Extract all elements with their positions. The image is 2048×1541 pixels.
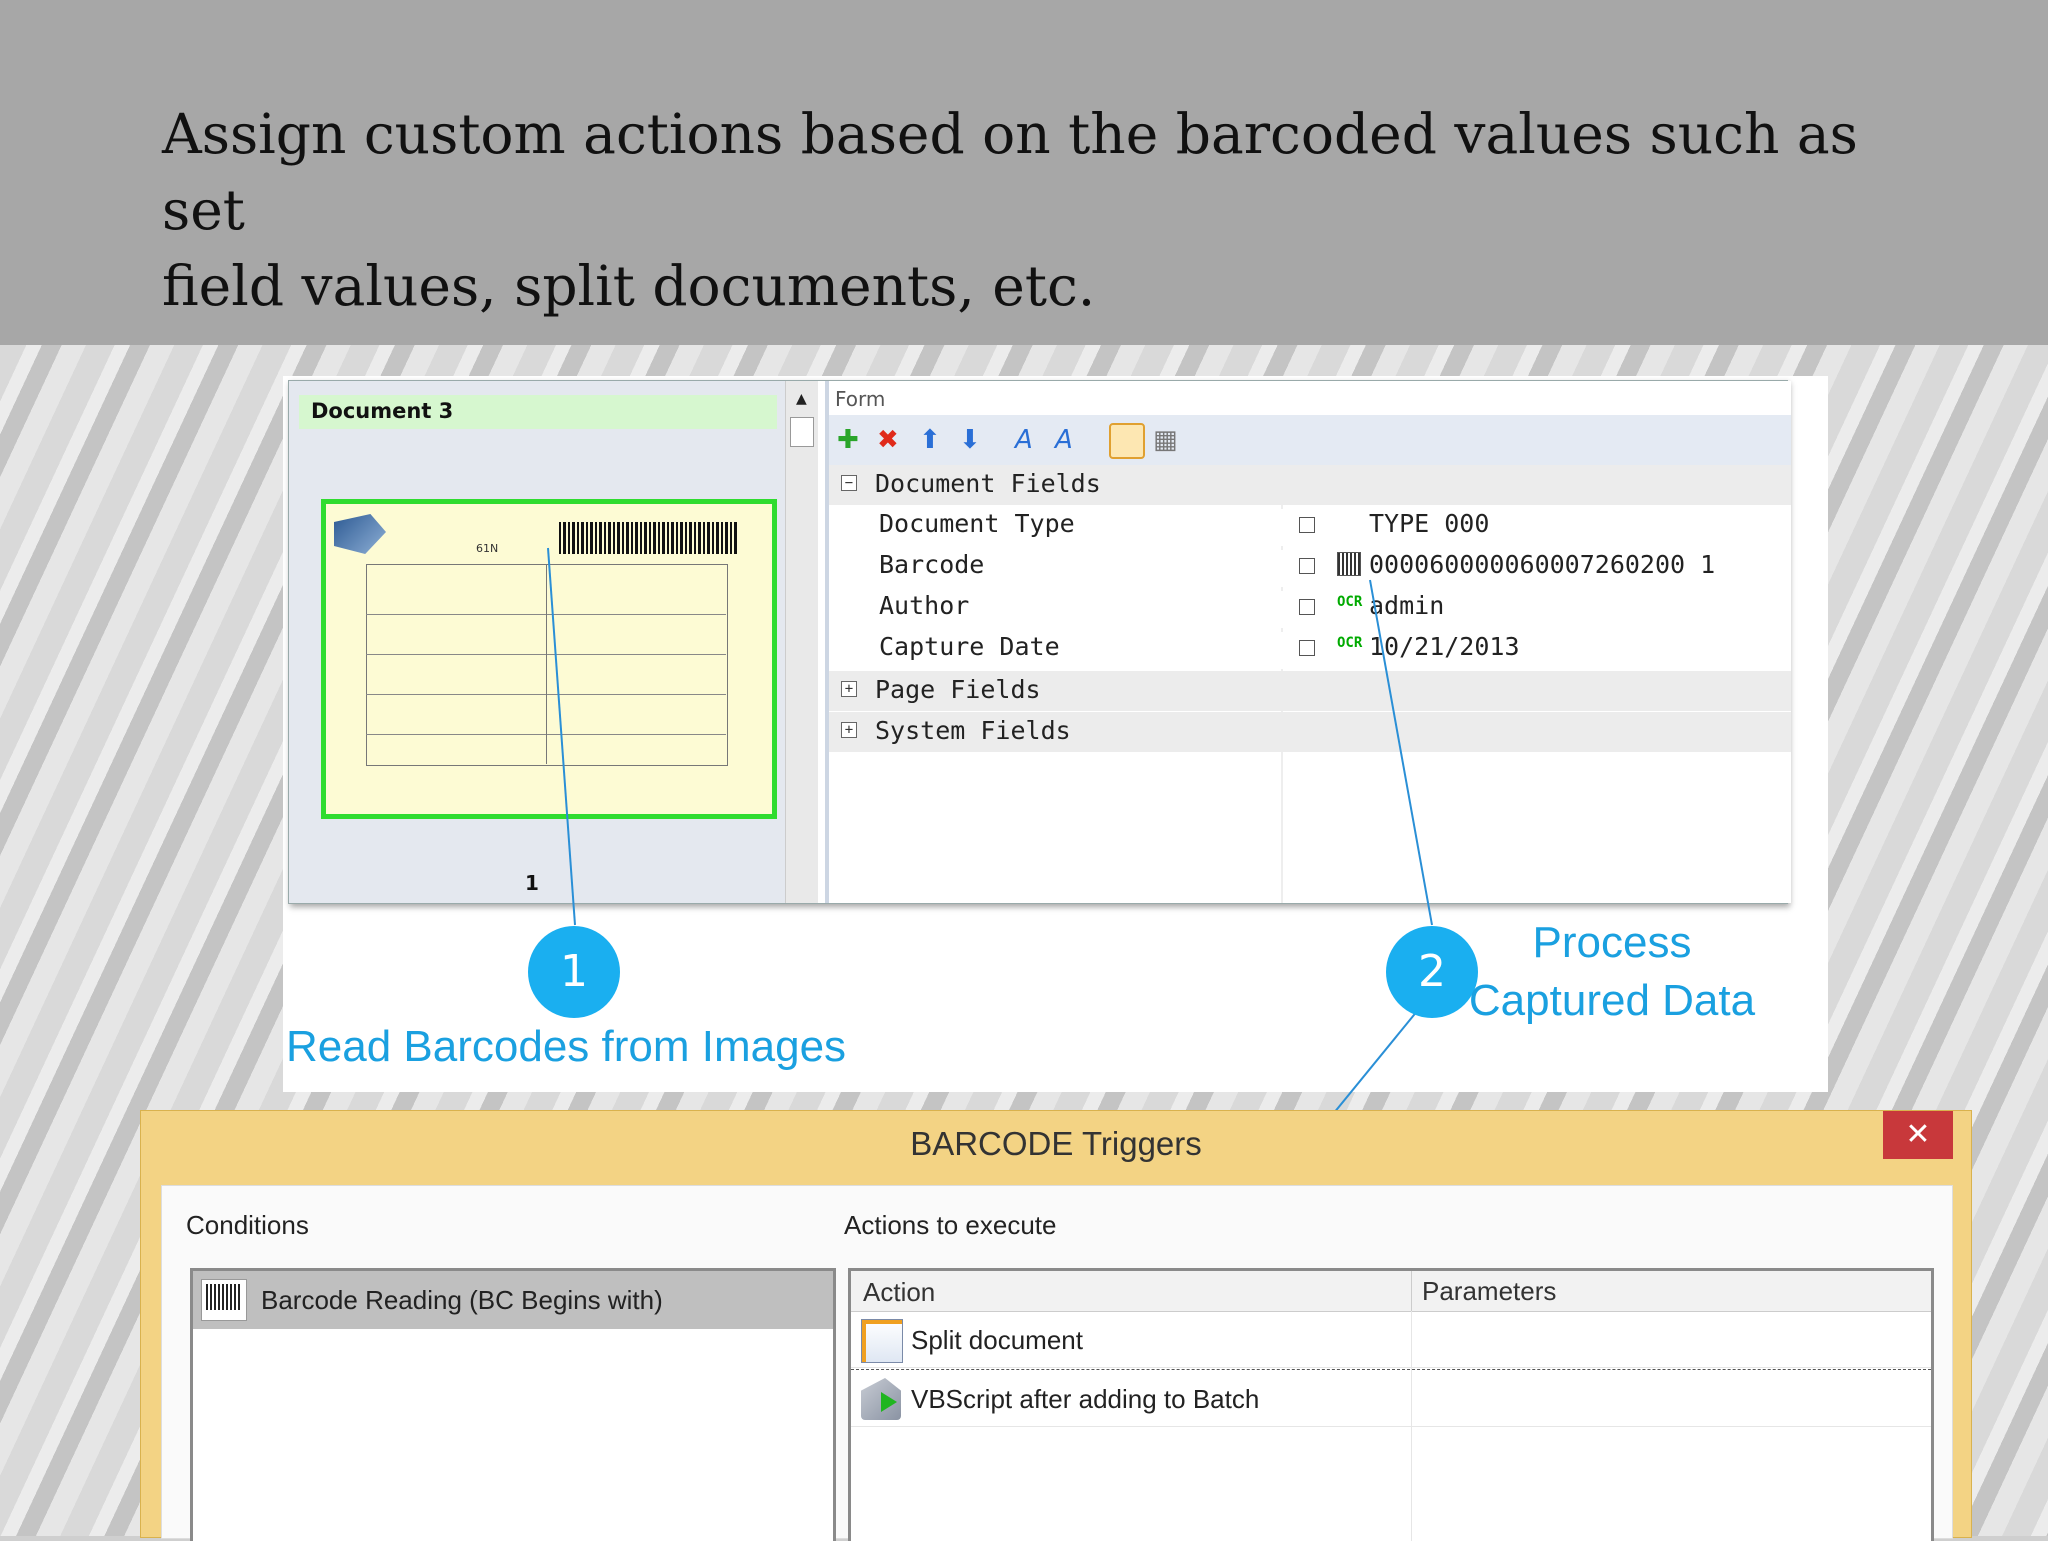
callout-one-badge: 1 [528, 926, 620, 1018]
barcode-triggers-dialog: BARCODE Triggers ✕ Conditions Actions to… [140, 1110, 1972, 1541]
dialog-title: BARCODE Triggers [910, 1125, 1202, 1162]
callout-two-text: Process Captured Data [1452, 918, 1772, 1026]
action-row-split-document[interactable]: Split document [851, 1311, 1931, 1368]
callout-line-2 [1369, 579, 1433, 926]
action-label: Split document [911, 1325, 1083, 1355]
callout-two-line2: Captured Data [1468, 976, 1756, 1025]
callout-line-1 [547, 547, 576, 926]
play-icon [881, 1392, 897, 1412]
column-header-parameters[interactable]: Parameters [1411, 1271, 1556, 1311]
conditions-label: Conditions [186, 1210, 309, 1240]
column-header-action[interactable]: Action [863, 1277, 935, 1308]
split-document-icon [861, 1319, 903, 1363]
actions-label: Actions to execute [844, 1210, 1057, 1240]
close-button[interactable]: ✕ [1883, 1111, 1953, 1159]
dialog-body: Conditions Actions to execute Barcode Re… [161, 1185, 1953, 1541]
action-row-vbscript[interactable]: VBScript after adding to Batch [851, 1369, 1931, 1427]
callout-two-line1: Process [1532, 918, 1692, 967]
condition-label: Barcode Reading (BC Begins with) [261, 1285, 663, 1315]
actions-table: Action Parameters Split document VBScrip… [848, 1268, 1934, 1541]
actions-table-header: Action Parameters [851, 1271, 1931, 1312]
conditions-list: Barcode Reading (BC Begins with) [190, 1268, 836, 1541]
action-label: VBScript after adding to Batch [911, 1384, 1260, 1414]
barcode-icon [201, 1279, 247, 1321]
condition-item-barcode-reading[interactable]: Barcode Reading (BC Begins with) [193, 1271, 833, 1329]
callout-one-text: Read Barcodes from Images [286, 1022, 847, 1071]
